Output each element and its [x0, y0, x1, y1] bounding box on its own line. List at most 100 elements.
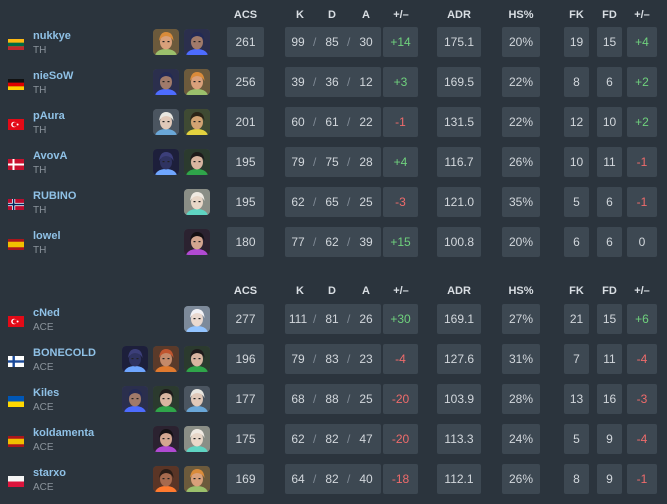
stat-kda: 79 83 23 / /: [285, 344, 381, 374]
stat-fkdiff: -1: [627, 187, 657, 217]
header-diff: +/–: [393, 285, 409, 297]
stat-fk: 12: [564, 107, 589, 137]
player-name-link[interactable]: AvovA: [33, 150, 67, 162]
agent-omen-icon: [122, 346, 148, 372]
stat-kills: 79: [291, 352, 305, 366]
player-name-link[interactable]: cNed: [33, 307, 60, 319]
stat-separator: /: [347, 352, 351, 366]
header-hs: HS%: [508, 9, 534, 21]
stat-fd: 6: [597, 227, 622, 257]
header-fkdiff: +/–: [634, 9, 650, 21]
stat-fk: 8: [564, 464, 589, 494]
stat-adr: 100.8: [437, 227, 481, 257]
stat-deaths: 65: [325, 195, 339, 209]
player-row: lowel TH 180 77 62 39// +15 100.8 20% 6 6 0: [0, 227, 667, 267]
stat-fk: 7: [564, 344, 589, 374]
stat-hs: 20%: [502, 227, 540, 257]
flag-lithuania-icon: [8, 37, 24, 50]
stat-acs: 180: [227, 227, 264, 257]
stat-hs: 27%: [502, 304, 540, 334]
stat-kda: 39 36 12 / /: [285, 67, 381, 97]
stat-hs: 20%: [502, 27, 540, 57]
stat-hs: 35%: [502, 187, 540, 217]
stat-separator: /: [313, 195, 317, 209]
agent-killjoy-icon: [184, 109, 210, 135]
stat-adr: 127.6: [437, 344, 481, 374]
header-k: K: [296, 9, 304, 21]
player-name-link[interactable]: lowel: [33, 230, 61, 242]
stat-fd: 11: [597, 344, 622, 374]
stat-assists: 12: [359, 75, 373, 89]
player-team-tag: TH: [33, 45, 47, 56]
flag-spain-icon: [8, 237, 24, 250]
stat-kda: 64 82 40 / /: [285, 464, 381, 494]
stat-deaths: 88: [325, 392, 339, 406]
stat-fk: 19: [564, 27, 589, 57]
stat-hs: 22%: [502, 67, 540, 97]
stat-separator: /: [313, 75, 317, 89]
player-name-link[interactable]: nukkye: [33, 30, 71, 42]
player-name-link[interactable]: koldamenta: [33, 427, 94, 439]
stat-fkdiff: 0: [627, 227, 657, 257]
stat-deaths: 62: [325, 235, 339, 249]
agent-viper-icon: [184, 149, 210, 175]
agent-viper-icon: [184, 346, 210, 372]
stat-diff: +14: [383, 27, 418, 57]
stat-fk: 21: [564, 304, 589, 334]
flag-turkey-icon: [8, 314, 24, 327]
stat-kills: 39: [291, 75, 305, 89]
stat-acs: 169: [227, 464, 264, 494]
player-team-tag: TH: [33, 85, 47, 96]
header-diff: +/–: [393, 9, 409, 21]
player-name-link[interactable]: nieSoW: [33, 70, 73, 82]
stat-fkdiff: +2: [627, 67, 657, 97]
player-name-link[interactable]: starxo: [33, 467, 66, 479]
stat-kda: 62 65 25 / /: [285, 187, 381, 217]
stat-fk: 8: [564, 67, 589, 97]
flag-denmark-icon: [8, 157, 24, 170]
stat-deaths: 36: [325, 75, 339, 89]
stat-separator: /: [313, 155, 317, 169]
stat-deaths: 81: [325, 312, 339, 326]
player-row: pAura TH 201 60 61 22 / / -1 131.5 22% 12 10 +2: [0, 107, 667, 147]
stat-diff: -3: [383, 187, 418, 217]
stat-fd: 15: [597, 304, 622, 334]
header-fkdiff: +/–: [634, 285, 650, 297]
stat-assists: 39: [359, 235, 373, 249]
agent-sage-icon: [184, 189, 210, 215]
stat-separator: /: [313, 35, 317, 49]
header-acs: ACS: [233, 9, 258, 21]
header-a: A: [362, 285, 370, 297]
header-fd: FD: [602, 9, 617, 21]
flag-turkey-icon: [8, 117, 24, 130]
player-team-tag: ACE: [33, 482, 54, 493]
stat-acs: 201: [227, 107, 264, 137]
stat-assists: 26: [359, 312, 373, 326]
player-name-link[interactable]: pAura: [33, 110, 65, 122]
stat-fkdiff: -4: [627, 424, 657, 454]
stat-fk: 5: [564, 187, 589, 217]
stat-adr: 175.1: [437, 27, 481, 57]
header-d: D: [328, 9, 336, 21]
player-team-tag: TH: [33, 205, 47, 216]
stat-fd: 10: [597, 107, 622, 137]
stat-fd: 9: [597, 424, 622, 454]
stat-acs: 261: [227, 27, 264, 57]
header-hs: HS%: [508, 285, 534, 297]
stat-separator: /: [347, 312, 351, 326]
stat-adr: 131.5: [437, 107, 481, 137]
stat-acs: 256: [227, 67, 264, 97]
stat-separator: /: [347, 195, 351, 209]
stat-acs: 196: [227, 344, 264, 374]
stats-header: ACS K D A +/– ADR HS% FK FD +/–: [0, 285, 667, 299]
stat-assists: 47: [359, 432, 373, 446]
player-name-link[interactable]: Kiles: [33, 387, 59, 399]
stat-separator: /: [347, 432, 351, 446]
header-k: K: [296, 285, 304, 297]
player-name-link[interactable]: BONECOLD: [33, 347, 96, 359]
player-name-link[interactable]: RUBINO: [33, 190, 76, 202]
stat-kda: 77 62 39 / /: [285, 227, 381, 257]
stat-assists: 28: [359, 155, 373, 169]
flag-finland-icon: [8, 354, 24, 367]
stat-hs: 26%: [502, 464, 540, 494]
